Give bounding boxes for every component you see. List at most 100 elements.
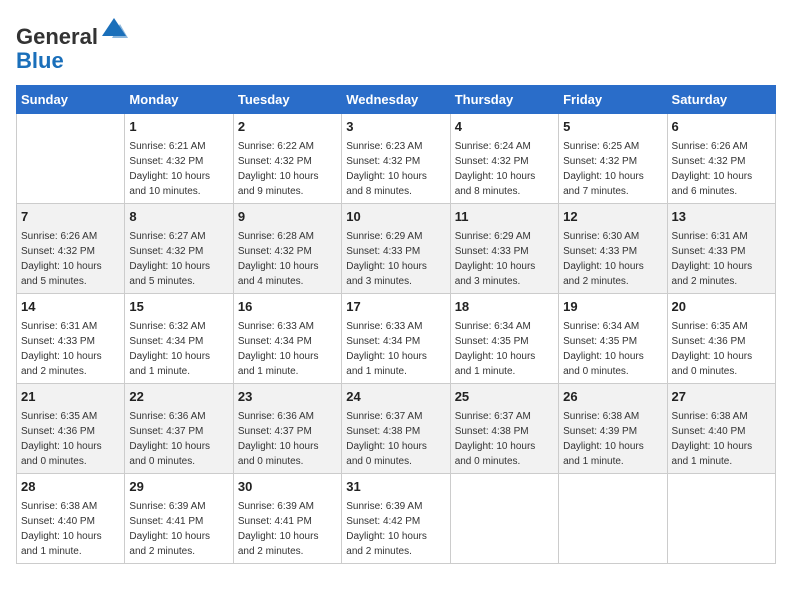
day-info: Sunrise: 6:36 AM Sunset: 4:37 PM Dayligh… bbox=[129, 409, 228, 469]
day-cell: 16 Sunrise: 6:33 AM Sunset: 4:34 PM Dayli… bbox=[233, 294, 341, 384]
day-number: 1 bbox=[129, 118, 228, 136]
day-cell: 22 Sunrise: 6:36 AM Sunset: 4:37 PM Dayli… bbox=[125, 384, 233, 474]
day-number: 27 bbox=[672, 388, 771, 406]
day-number: 26 bbox=[563, 388, 662, 406]
day-info: Sunrise: 6:39 AM Sunset: 4:41 PM Dayligh… bbox=[129, 499, 228, 559]
day-cell: 23Sunrise: 6:36 AM Sunset: 4:37 PM Dayli… bbox=[233, 384, 341, 474]
day-info: Sunrise: 6:33 AM Sunset: 4:34 PM Dayligh… bbox=[238, 319, 337, 379]
day-number: 30 bbox=[238, 478, 337, 496]
day-number: 28 bbox=[21, 478, 120, 496]
day-info: Sunrise: 6:31 AM Sunset: 4:33 PM Dayligh… bbox=[672, 229, 771, 289]
day-number: 5 bbox=[563, 118, 662, 136]
day-info: Sunrise: 6:35 AM Sunset: 4:36 PM Dayligh… bbox=[672, 319, 771, 379]
day-cell: 14Sunrise: 6:31 AM Sunset: 4:33 PM Dayli… bbox=[17, 294, 125, 384]
column-header-friday: Friday bbox=[559, 86, 667, 114]
day-number: 4 bbox=[455, 118, 554, 136]
day-cell: 28 Sunrise: 6:38 AM Sunset: 4:40 PM Dayli… bbox=[17, 474, 125, 564]
day-cell bbox=[450, 474, 558, 564]
day-number: 17 bbox=[346, 298, 445, 316]
logo-blue-text: Blue bbox=[16, 48, 64, 73]
day-number: 18 bbox=[455, 298, 554, 316]
day-info: Sunrise: 6:26 AM Sunset: 4:32 PM Dayligh… bbox=[672, 139, 771, 199]
day-cell: 1 Sunrise: 6:21 AM Sunset: 4:32 PM Daylig… bbox=[125, 114, 233, 204]
week-row-4: 21Sunrise: 6:35 AM Sunset: 4:36 PM Dayli… bbox=[17, 384, 776, 474]
day-cell bbox=[667, 474, 775, 564]
day-cell: 24 Sunrise: 6:37 AM Sunset: 4:38 PM Dayli… bbox=[342, 384, 450, 474]
calendar-body: 1 Sunrise: 6:21 AM Sunset: 4:32 PM Daylig… bbox=[17, 114, 776, 564]
day-info: Sunrise: 6:33 AM Sunset: 4:34 PM Dayligh… bbox=[346, 319, 445, 379]
day-cell bbox=[559, 474, 667, 564]
day-number: 22 bbox=[129, 388, 228, 406]
column-header-saturday: Saturday bbox=[667, 86, 775, 114]
day-number: 15 bbox=[129, 298, 228, 316]
column-header-monday: Monday bbox=[125, 86, 233, 114]
day-info: Sunrise: 6:21 AM Sunset: 4:32 PM Dayligh… bbox=[129, 139, 228, 199]
day-number: 19 bbox=[563, 298, 662, 316]
day-info: Sunrise: 6:37 AM Sunset: 4:38 PM Dayligh… bbox=[455, 409, 554, 469]
day-info: Sunrise: 6:39 AM Sunset: 4:42 PM Dayligh… bbox=[346, 499, 445, 559]
day-number: 24 bbox=[346, 388, 445, 406]
column-header-tuesday: Tuesday bbox=[233, 86, 341, 114]
day-cell bbox=[17, 114, 125, 204]
page-header: General Blue bbox=[16, 16, 776, 73]
day-number: 13 bbox=[672, 208, 771, 226]
day-number: 12 bbox=[563, 208, 662, 226]
day-cell: 5 Sunrise: 6:25 AM Sunset: 4:32 PM Daylig… bbox=[559, 114, 667, 204]
day-cell: 18Sunrise: 6:34 AM Sunset: 4:35 PM Dayli… bbox=[450, 294, 558, 384]
day-number: 25 bbox=[455, 388, 554, 406]
day-cell: 10Sunrise: 6:29 AM Sunset: 4:33 PM Dayli… bbox=[342, 204, 450, 294]
day-cell: 31 Sunrise: 6:39 AM Sunset: 4:42 PM Dayli… bbox=[342, 474, 450, 564]
header-row: SundayMondayTuesdayWednesdayThursdayFrid… bbox=[17, 86, 776, 114]
day-cell: 4 Sunrise: 6:24 AM Sunset: 4:32 PM Daylig… bbox=[450, 114, 558, 204]
day-cell: 26 Sunrise: 6:38 AM Sunset: 4:39 PM Dayli… bbox=[559, 384, 667, 474]
day-number: 9 bbox=[238, 208, 337, 226]
day-number: 20 bbox=[672, 298, 771, 316]
day-info: Sunrise: 6:30 AM Sunset: 4:33 PM Dayligh… bbox=[563, 229, 662, 289]
day-number: 16 bbox=[238, 298, 337, 316]
calendar-table: SundayMondayTuesdayWednesdayThursdayFrid… bbox=[16, 85, 776, 564]
day-cell: 3Sunrise: 6:23 AM Sunset: 4:32 PM Daylig… bbox=[342, 114, 450, 204]
day-cell: 29 Sunrise: 6:39 AM Sunset: 4:41 PM Dayli… bbox=[125, 474, 233, 564]
day-cell: 25 Sunrise: 6:37 AM Sunset: 4:38 PM Dayli… bbox=[450, 384, 558, 474]
day-info: Sunrise: 6:25 AM Sunset: 4:32 PM Dayligh… bbox=[563, 139, 662, 199]
logo-general-text: General bbox=[16, 24, 98, 49]
day-info: Sunrise: 6:38 AM Sunset: 4:40 PM Dayligh… bbox=[21, 499, 120, 559]
day-cell: 27 Sunrise: 6:38 AM Sunset: 4:40 PM Dayli… bbox=[667, 384, 775, 474]
day-cell: 17 Sunrise: 6:33 AM Sunset: 4:34 PM Dayli… bbox=[342, 294, 450, 384]
week-row-1: 1 Sunrise: 6:21 AM Sunset: 4:32 PM Daylig… bbox=[17, 114, 776, 204]
day-cell: 15Sunrise: 6:32 AM Sunset: 4:34 PM Dayli… bbox=[125, 294, 233, 384]
column-header-thursday: Thursday bbox=[450, 86, 558, 114]
day-number: 31 bbox=[346, 478, 445, 496]
day-number: 29 bbox=[129, 478, 228, 496]
day-info: Sunrise: 6:37 AM Sunset: 4:38 PM Dayligh… bbox=[346, 409, 445, 469]
day-info: Sunrise: 6:27 AM Sunset: 4:32 PM Dayligh… bbox=[129, 229, 228, 289]
day-cell: 21Sunrise: 6:35 AM Sunset: 4:36 PM Dayli… bbox=[17, 384, 125, 474]
day-cell: 9Sunrise: 6:28 AM Sunset: 4:32 PM Daylig… bbox=[233, 204, 341, 294]
day-info: Sunrise: 6:24 AM Sunset: 4:32 PM Dayligh… bbox=[455, 139, 554, 199]
day-info: Sunrise: 6:38 AM Sunset: 4:40 PM Dayligh… bbox=[672, 409, 771, 469]
day-cell: 2Sunrise: 6:22 AM Sunset: 4:32 PM Daylig… bbox=[233, 114, 341, 204]
day-info: Sunrise: 6:39 AM Sunset: 4:41 PM Dayligh… bbox=[238, 499, 337, 559]
day-number: 6 bbox=[672, 118, 771, 136]
day-cell: 20 Sunrise: 6:35 AM Sunset: 4:36 PM Dayli… bbox=[667, 294, 775, 384]
day-info: Sunrise: 6:23 AM Sunset: 4:32 PM Dayligh… bbox=[346, 139, 445, 199]
week-row-2: 7 Sunrise: 6:26 AM Sunset: 4:32 PM Daylig… bbox=[17, 204, 776, 294]
day-info: Sunrise: 6:38 AM Sunset: 4:39 PM Dayligh… bbox=[563, 409, 662, 469]
day-cell: 12 Sunrise: 6:30 AM Sunset: 4:33 PM Dayli… bbox=[559, 204, 667, 294]
day-number: 8 bbox=[129, 208, 228, 226]
day-number: 23 bbox=[238, 388, 337, 406]
logo: General Blue bbox=[16, 16, 128, 73]
day-cell: 30 Sunrise: 6:39 AM Sunset: 4:41 PM Dayli… bbox=[233, 474, 341, 564]
column-header-wednesday: Wednesday bbox=[342, 86, 450, 114]
day-number: 7 bbox=[21, 208, 120, 226]
day-cell: 13 Sunrise: 6:31 AM Sunset: 4:33 PM Dayli… bbox=[667, 204, 775, 294]
logo-icon bbox=[100, 16, 128, 44]
day-info: Sunrise: 6:31 AM Sunset: 4:33 PM Dayligh… bbox=[21, 319, 120, 379]
day-cell: 6 Sunrise: 6:26 AM Sunset: 4:32 PM Daylig… bbox=[667, 114, 775, 204]
day-cell: 7 Sunrise: 6:26 AM Sunset: 4:32 PM Daylig… bbox=[17, 204, 125, 294]
week-row-5: 28 Sunrise: 6:38 AM Sunset: 4:40 PM Dayli… bbox=[17, 474, 776, 564]
day-number: 11 bbox=[455, 208, 554, 226]
day-cell: 19Sunrise: 6:34 AM Sunset: 4:35 PM Dayli… bbox=[559, 294, 667, 384]
day-info: Sunrise: 6:29 AM Sunset: 4:33 PM Dayligh… bbox=[455, 229, 554, 289]
day-info: Sunrise: 6:26 AM Sunset: 4:32 PM Dayligh… bbox=[21, 229, 120, 289]
